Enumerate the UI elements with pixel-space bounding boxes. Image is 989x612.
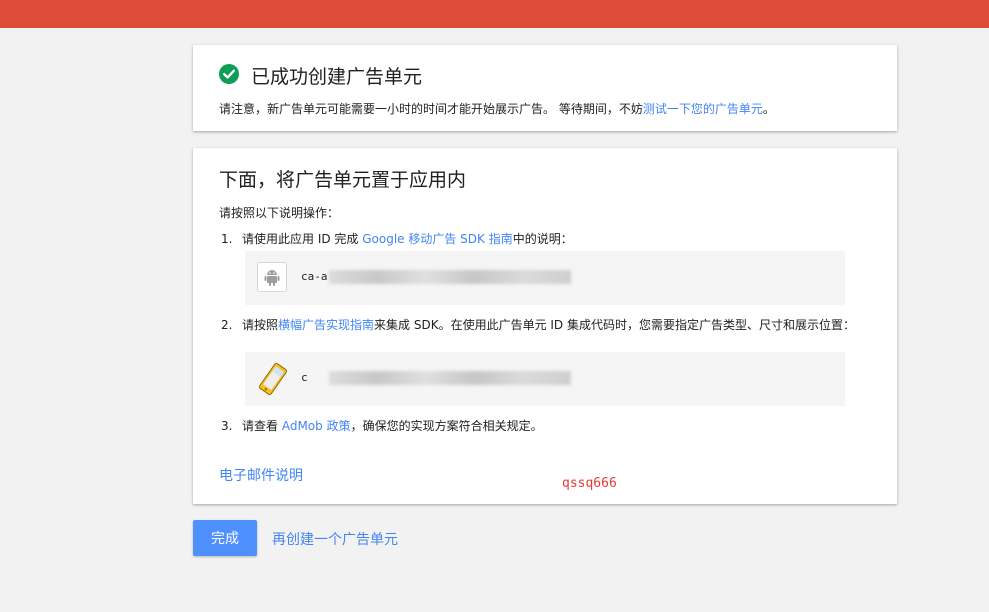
step-1-suffix: 中的说明： bbox=[512, 232, 573, 246]
section-title: 下面，将广告单元置于应用内 bbox=[219, 169, 467, 191]
notice-suffix: 。 bbox=[762, 102, 775, 116]
notice-text: 请注意，新广告单元可能需要一小时的时间才能开始展示广告。 等待期间，不妨测试一下… bbox=[219, 100, 775, 117]
step-3-number: 3. bbox=[221, 419, 233, 433]
success-card: 已成功创建广告单元 请注意，新广告单元可能需要一小时的时间才能开始展示广告。 等… bbox=[193, 45, 897, 131]
step-3-prefix: 请查看 bbox=[242, 419, 282, 433]
step-2-number: 2. bbox=[221, 318, 233, 332]
intro-text: 请按照以下说明操作： bbox=[219, 206, 340, 220]
notice-prefix: 请注意，新广告单元可能需要一小时的时间才能开始展示广告。 等待期间，不妨 bbox=[219, 102, 643, 116]
step-3-text: 请查看 AdMob 政策，确保您的实现方案符合相关规定。 bbox=[242, 419, 862, 434]
step-2-suffix: 来集成 SDK。在使用此广告单元 ID 集成代码时，您需要指定广告类型、尺寸和展… bbox=[374, 318, 855, 332]
banner-guide-link[interactable]: 横幅广告实现指南 bbox=[278, 318, 374, 332]
android-icon bbox=[257, 262, 287, 292]
step-1-number: 1. bbox=[221, 232, 233, 246]
mobile-device-icon bbox=[258, 362, 288, 396]
redacted-app-id bbox=[329, 270, 571, 284]
ad-unit-id-value[interactable]: c bbox=[301, 371, 308, 384]
app-id-value[interactable]: ca-a bbox=[301, 270, 328, 283]
create-another-link[interactable]: 再创建一个广告单元 bbox=[272, 529, 398, 549]
app-id-box: ca-a bbox=[245, 251, 845, 305]
step-2-prefix: 请按照 bbox=[242, 318, 279, 332]
email-instructions-link[interactable]: 电子邮件说明 bbox=[219, 465, 303, 485]
step-3-suffix: ，确保您的实现方案符合相关规定。 bbox=[350, 419, 543, 433]
step-1-prefix: 请使用此应用 ID 完成 bbox=[242, 232, 363, 246]
check-circle-icon bbox=[219, 64, 239, 84]
done-button[interactable]: 完成 bbox=[193, 520, 257, 556]
ad-unit-id-box: c bbox=[245, 352, 845, 406]
top-bar bbox=[0, 0, 989, 28]
step-1-text: 请使用此应用 ID 完成 Google 移动广告 SDK 指南中的说明： bbox=[242, 232, 862, 247]
admob-policy-link[interactable]: AdMob 政策 bbox=[282, 419, 351, 433]
sdk-guide-link[interactable]: Google 移动广告 SDK 指南 bbox=[362, 232, 513, 246]
instructions-card: 下面，将广告单元置于应用内 请按照以下说明操作： 1. 请使用此应用 ID 完成… bbox=[193, 148, 897, 504]
redacted-ad-unit-id bbox=[329, 371, 571, 385]
test-ad-unit-link[interactable]: 测试一下您的广告单元 bbox=[643, 102, 763, 116]
success-title: 已成功创建广告单元 bbox=[251, 66, 423, 88]
step-2-text: 请按照横幅广告实现指南来集成 SDK。在使用此广告单元 ID 集成代码时，您需要… bbox=[242, 318, 862, 333]
watermark-text: qssq666 bbox=[562, 476, 617, 491]
